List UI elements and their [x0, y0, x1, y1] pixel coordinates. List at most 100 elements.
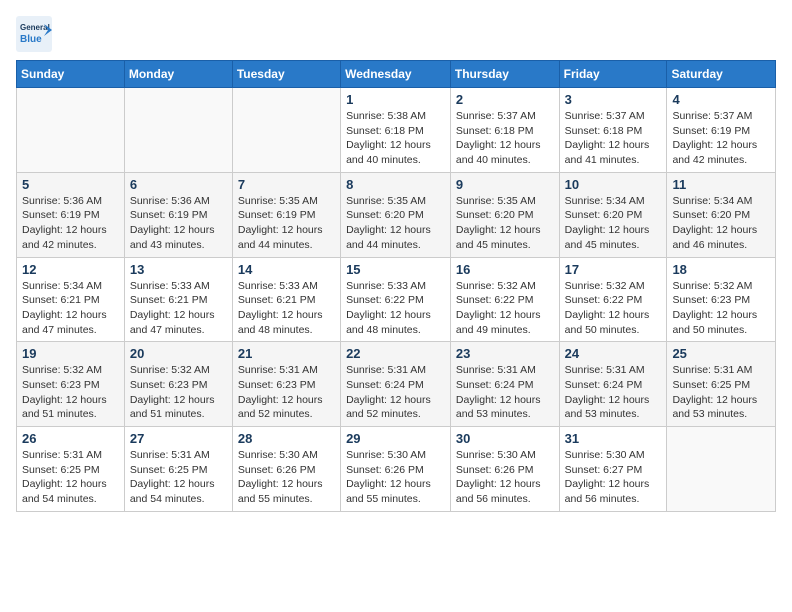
day-info: Sunrise: 5:34 AM Sunset: 6:20 PM Dayligh… — [565, 194, 662, 253]
day-number: 27 — [130, 431, 227, 446]
day-number: 11 — [672, 177, 770, 192]
day-number: 17 — [565, 262, 662, 277]
calendar-cell: 30 Sunrise: 5:30 AM Sunset: 6:26 PM Dayli… — [450, 427, 559, 512]
day-number: 30 — [456, 431, 554, 446]
day-info: Sunrise: 5:37 AM Sunset: 6:18 PM Dayligh… — [565, 109, 662, 168]
day-number: 8 — [346, 177, 445, 192]
calendar-cell — [124, 88, 232, 173]
day-number: 31 — [565, 431, 662, 446]
day-info: Sunrise: 5:31 AM Sunset: 6:25 PM Dayligh… — [130, 448, 227, 507]
day-number: 5 — [22, 177, 119, 192]
day-info: Sunrise: 5:30 AM Sunset: 6:26 PM Dayligh… — [346, 448, 445, 507]
calendar-cell: 11 Sunrise: 5:34 AM Sunset: 6:20 PM Dayli… — [667, 172, 776, 257]
day-info: Sunrise: 5:35 AM Sunset: 6:20 PM Dayligh… — [456, 194, 554, 253]
day-number: 26 — [22, 431, 119, 446]
day-info: Sunrise: 5:32 AM Sunset: 6:23 PM Dayligh… — [22, 363, 119, 422]
day-number: 7 — [238, 177, 335, 192]
day-info: Sunrise: 5:31 AM Sunset: 6:25 PM Dayligh… — [22, 448, 119, 507]
day-info: Sunrise: 5:35 AM Sunset: 6:20 PM Dayligh… — [346, 194, 445, 253]
calendar-cell: 5Sunrise: 5:36 AM Sunset: 6:19 PM Daylig… — [17, 172, 125, 257]
day-number: 14 — [238, 262, 335, 277]
day-number: 28 — [238, 431, 335, 446]
calendar-cell: 7 Sunrise: 5:35 AM Sunset: 6:19 PM Daylig… — [232, 172, 340, 257]
calendar-cell: 6 Sunrise: 5:36 AM Sunset: 6:19 PM Daylig… — [124, 172, 232, 257]
svg-text:Blue: Blue — [20, 34, 42, 45]
day-info: Sunrise: 5:34 AM Sunset: 6:21 PM Dayligh… — [22, 279, 119, 338]
day-number: 10 — [565, 177, 662, 192]
day-info: Sunrise: 5:32 AM Sunset: 6:22 PM Dayligh… — [456, 279, 554, 338]
day-info: Sunrise: 5:31 AM Sunset: 6:24 PM Dayligh… — [565, 363, 662, 422]
day-info: Sunrise: 5:31 AM Sunset: 6:24 PM Dayligh… — [346, 363, 445, 422]
weekday-header: Wednesday — [341, 61, 451, 88]
calendar-cell: 21 Sunrise: 5:31 AM Sunset: 6:23 PM Dayli… — [232, 342, 340, 427]
calendar-cell: 1 Sunrise: 5:38 AM Sunset: 6:18 PM Daylig… — [341, 88, 451, 173]
calendar-cell: 13 Sunrise: 5:33 AM Sunset: 6:21 PM Dayli… — [124, 257, 232, 342]
calendar-cell: 25 Sunrise: 5:31 AM Sunset: 6:25 PM Dayli… — [667, 342, 776, 427]
day-info: Sunrise: 5:36 AM Sunset: 6:19 PM Dayligh… — [130, 194, 227, 253]
day-info: Sunrise: 5:32 AM Sunset: 6:22 PM Dayligh… — [565, 279, 662, 338]
day-info: Sunrise: 5:33 AM Sunset: 6:21 PM Dayligh… — [238, 279, 335, 338]
calendar-cell: 17 Sunrise: 5:32 AM Sunset: 6:22 PM Dayli… — [559, 257, 667, 342]
day-info: Sunrise: 5:38 AM Sunset: 6:18 PM Dayligh… — [346, 109, 445, 168]
calendar-cell: 2 Sunrise: 5:37 AM Sunset: 6:18 PM Daylig… — [450, 88, 559, 173]
day-info: Sunrise: 5:32 AM Sunset: 6:23 PM Dayligh… — [130, 363, 227, 422]
day-info: Sunrise: 5:31 AM Sunset: 6:23 PM Dayligh… — [238, 363, 335, 422]
day-number: 3 — [565, 92, 662, 107]
weekday-header: Thursday — [450, 61, 559, 88]
day-number: 18 — [672, 262, 770, 277]
day-info: Sunrise: 5:30 AM Sunset: 6:26 PM Dayligh… — [456, 448, 554, 507]
weekday-header: Monday — [124, 61, 232, 88]
day-number: 9 — [456, 177, 554, 192]
calendar-cell: 19 Sunrise: 5:32 AM Sunset: 6:23 PM Dayli… — [17, 342, 125, 427]
day-number: 24 — [565, 346, 662, 361]
day-number: 29 — [346, 431, 445, 446]
calendar-cell: 16 Sunrise: 5:32 AM Sunset: 6:22 PM Dayli… — [450, 257, 559, 342]
weekday-header: Tuesday — [232, 61, 340, 88]
day-number: 25 — [672, 346, 770, 361]
day-number: 16 — [456, 262, 554, 277]
day-number: 6 — [130, 177, 227, 192]
day-number: 15 — [346, 262, 445, 277]
day-info: Sunrise: 5:37 AM Sunset: 6:19 PM Dayligh… — [672, 109, 770, 168]
calendar-cell: 31 Sunrise: 5:30 AM Sunset: 6:27 PM Dayli… — [559, 427, 667, 512]
day-number: 19 — [22, 346, 119, 361]
day-number: 23 — [456, 346, 554, 361]
day-number: 12 — [22, 262, 119, 277]
calendar-cell — [17, 88, 125, 173]
calendar-cell: 15 Sunrise: 5:33 AM Sunset: 6:22 PM Dayli… — [341, 257, 451, 342]
weekday-header: Saturday — [667, 61, 776, 88]
calendar-cell: 24 Sunrise: 5:31 AM Sunset: 6:24 PM Dayli… — [559, 342, 667, 427]
day-info: Sunrise: 5:35 AM Sunset: 6:19 PM Dayligh… — [238, 194, 335, 253]
calendar-cell: 14 Sunrise: 5:33 AM Sunset: 6:21 PM Dayli… — [232, 257, 340, 342]
calendar-cell: 9 Sunrise: 5:35 AM Sunset: 6:20 PM Daylig… — [450, 172, 559, 257]
day-info: Sunrise: 5:30 AM Sunset: 6:26 PM Dayligh… — [238, 448, 335, 507]
day-info: Sunrise: 5:33 AM Sunset: 6:22 PM Dayligh… — [346, 279, 445, 338]
calendar-cell: 27 Sunrise: 5:31 AM Sunset: 6:25 PM Dayli… — [124, 427, 232, 512]
day-info: Sunrise: 5:31 AM Sunset: 6:24 PM Dayligh… — [456, 363, 554, 422]
day-info: Sunrise: 5:34 AM Sunset: 6:20 PM Dayligh… — [672, 194, 770, 253]
day-number: 4 — [672, 92, 770, 107]
weekday-header: Sunday — [17, 61, 125, 88]
day-info: Sunrise: 5:32 AM Sunset: 6:23 PM Dayligh… — [672, 279, 770, 338]
day-info: Sunrise: 5:37 AM Sunset: 6:18 PM Dayligh… — [456, 109, 554, 168]
svg-text:General: General — [20, 23, 50, 32]
day-number: 21 — [238, 346, 335, 361]
calendar-cell: 3 Sunrise: 5:37 AM Sunset: 6:18 PM Daylig… — [559, 88, 667, 173]
day-number: 2 — [456, 92, 554, 107]
calendar-cell: 4 Sunrise: 5:37 AM Sunset: 6:19 PM Daylig… — [667, 88, 776, 173]
calendar-table: SundayMondayTuesdayWednesdayThursdayFrid… — [16, 60, 776, 512]
calendar-cell: 28 Sunrise: 5:30 AM Sunset: 6:26 PM Dayli… — [232, 427, 340, 512]
day-info: Sunrise: 5:30 AM Sunset: 6:27 PM Dayligh… — [565, 448, 662, 507]
calendar-cell: 8 Sunrise: 5:35 AM Sunset: 6:20 PM Daylig… — [341, 172, 451, 257]
calendar-cell: 22 Sunrise: 5:31 AM Sunset: 6:24 PM Dayli… — [341, 342, 451, 427]
day-number: 22 — [346, 346, 445, 361]
day-number: 1 — [346, 92, 445, 107]
calendar-cell: 10 Sunrise: 5:34 AM Sunset: 6:20 PM Dayli… — [559, 172, 667, 257]
calendar-cell: 20Sunrise: 5:32 AM Sunset: 6:23 PM Dayli… — [124, 342, 232, 427]
calendar-cell: 29 Sunrise: 5:30 AM Sunset: 6:26 PM Dayli… — [341, 427, 451, 512]
day-info: Sunrise: 5:31 AM Sunset: 6:25 PM Dayligh… — [672, 363, 770, 422]
calendar-cell: 18 Sunrise: 5:32 AM Sunset: 6:23 PM Dayli… — [667, 257, 776, 342]
calendar-cell: 26 Sunrise: 5:31 AM Sunset: 6:25 PM Dayli… — [17, 427, 125, 512]
day-number: 13 — [130, 262, 227, 277]
day-info: Sunrise: 5:33 AM Sunset: 6:21 PM Dayligh… — [130, 279, 227, 338]
